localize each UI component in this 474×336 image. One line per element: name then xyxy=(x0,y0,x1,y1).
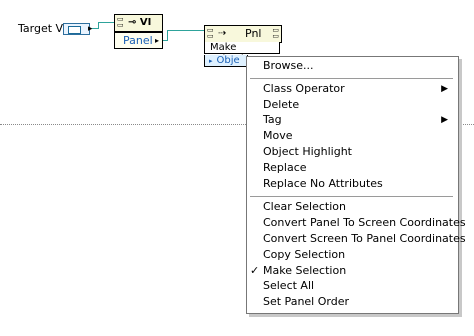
target-vi-terminal[interactable] xyxy=(63,23,90,35)
panel-reference-icon: ▭ ▭ xyxy=(207,26,214,40)
property-output-arrow-icon: ▸ xyxy=(154,36,159,45)
menu-item-label: Convert Screen To Panel Coordinates xyxy=(263,232,466,245)
context-menu: Browse... Class Operator ▶ Delete Tag ▶ … xyxy=(246,56,466,314)
menu-item-replace-no-attributes[interactable]: Replace No Attributes xyxy=(247,176,458,192)
method-invoke-arrow-icon: ⇢ xyxy=(218,28,227,39)
menu-item-label: Object Highlight xyxy=(263,145,352,158)
menu-item-label: Make Selection xyxy=(263,264,347,277)
menu-item-clear-selection[interactable]: Clear Selection xyxy=(247,199,458,215)
target-vi-label: Target VI xyxy=(18,22,67,35)
menu-item-make-selection[interactable]: ✓ Make Selection xyxy=(247,263,458,279)
menu-item-browse[interactable]: Browse... xyxy=(247,58,458,74)
menu-item-label: Class Operator xyxy=(263,82,345,95)
menu-item-label: Set Panel Order xyxy=(263,295,349,308)
menu-item-convert-screen-to-panel[interactable]: Convert Screen To Panel Coordinates xyxy=(247,231,466,247)
menu-item-label: Select All xyxy=(263,279,315,292)
menu-item-class-operator[interactable]: Class Operator ▶ xyxy=(247,81,458,97)
menu-item-label: Clear Selection xyxy=(263,200,346,213)
submenu-arrow-icon: ▶ xyxy=(441,115,448,125)
key-icon: ⊸ xyxy=(128,17,137,28)
wire-segment[interactable] xyxy=(167,30,168,41)
menu-item-object-highlight[interactable]: Object Highlight xyxy=(247,144,458,160)
menu-item-copy-selection[interactable]: Copy Selection xyxy=(247,247,458,263)
invoke-parameter-label: Obje xyxy=(216,55,240,66)
panel-property-row[interactable]: Panel ▸ xyxy=(114,32,163,49)
invoke-node-class-label: Pnl xyxy=(245,27,262,40)
menu-item-label: Tag xyxy=(263,113,282,126)
menu-item-select-all[interactable]: Select All xyxy=(247,278,458,294)
menu-item-convert-panel-to-screen[interactable]: Convert Panel To Screen Coordinates xyxy=(247,215,466,231)
vi-reference-icon: ▭ ▭ xyxy=(117,15,124,29)
reference-terminal-icon xyxy=(68,26,81,34)
property-node-class-label: ⊸ VI xyxy=(128,17,152,28)
vi-property-node[interactable]: ▭ ▭ ⊸ VI Panel ▸ xyxy=(114,14,163,50)
menu-item-set-panel-order[interactable]: Set Panel Order xyxy=(247,294,458,310)
parameter-input-arrow-icon: ▸ xyxy=(209,57,213,65)
menu-item-label: Replace xyxy=(263,161,307,174)
wire-segment[interactable] xyxy=(98,22,114,23)
invoke-parameter-row[interactable]: ▸ Obje xyxy=(204,55,248,67)
property-node-header[interactable]: ▭ ▭ ⊸ VI xyxy=(114,14,163,32)
terminal-output-arrow-icon: ▸ xyxy=(88,24,93,34)
menu-item-label: Replace No Attributes xyxy=(263,177,383,190)
menu-separator xyxy=(250,78,453,80)
menu-item-delete[interactable]: Delete xyxy=(247,97,458,113)
menu-item-tag[interactable]: Tag ▶ xyxy=(247,112,458,128)
menu-separator xyxy=(250,196,453,198)
checkmark-icon: ✓ xyxy=(250,264,260,277)
reference-output-icon: ▭ ▭ xyxy=(272,26,279,40)
menu-item-label: Delete xyxy=(263,98,300,111)
menu-item-label: Browse... xyxy=(263,59,314,72)
wire-segment[interactable] xyxy=(98,22,99,29)
menu-item-move[interactable]: Move xyxy=(247,128,458,144)
submenu-arrow-icon: ▶ xyxy=(441,84,448,94)
menu-item-replace[interactable]: Replace xyxy=(247,160,458,176)
invoke-method-label[interactable]: Make Selection xyxy=(204,42,280,65)
menu-item-label: Move xyxy=(263,129,293,142)
wire-segment[interactable] xyxy=(167,30,204,31)
menu-item-label: Convert Panel To Screen Coordinates xyxy=(263,216,466,229)
invoke-node-header[interactable]: ▭ ▭ ⇢ Pnl ▭ ▭ xyxy=(204,25,282,43)
menu-item-label: Copy Selection xyxy=(263,248,346,261)
panel-property-label: Panel xyxy=(123,34,153,47)
